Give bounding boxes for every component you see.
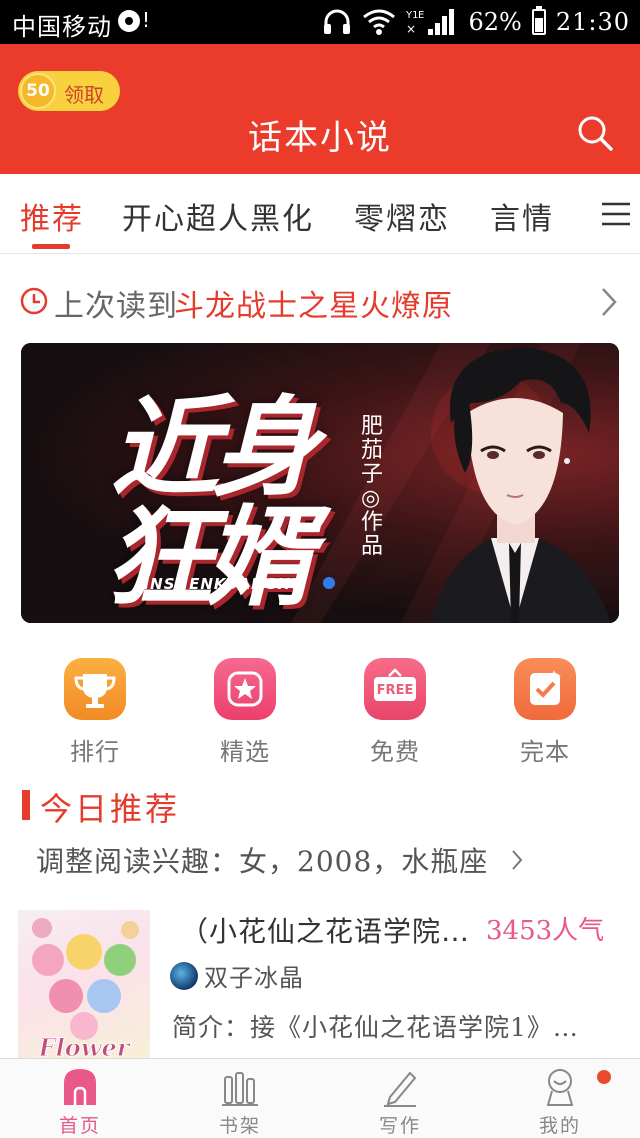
claim-coins-button[interactable]: 50 领取 [18,71,120,111]
nav-home[interactable]: 首页 [10,1059,150,1138]
banner-pinyin: JINSHENKUANGXU [137,575,304,593]
pen-icon [384,1071,417,1107]
profile-icon [546,1069,574,1106]
check-icon [514,658,576,720]
claim-label: 领取 [64,83,104,107]
section-title: 今日推荐 [40,790,181,828]
clock-time: 21:30 [555,8,630,36]
alert-indicator: ! [142,8,151,32]
svg-text:×: × [406,22,416,36]
ranking-shortcut[interactable]: 排行 [34,648,154,768]
free-tag-icon: FREE [364,658,426,720]
book-cover: Flower [18,910,150,1060]
banner-author-credit: 肥茄子◎作品 [361,414,384,559]
status-icons: Y1 E × 62% 21:30 [322,4,630,40]
tab-happy-superman[interactable]: 开心超人黑化 [122,194,314,238]
app-title: 话本小说 [248,118,392,158]
nav-write[interactable]: 写作 [330,1059,470,1138]
tab-romance[interactable]: 言情 [490,194,554,238]
media-icon [118,10,140,32]
promo-banner[interactable]: 近身 狂婿 肥茄子◎作品 JINSHENKUANGXU [21,343,619,623]
battery-icon [531,6,546,35]
nav-home-label: 首页 [58,1115,101,1137]
featured-shortcut[interactable]: 精选 [184,648,304,768]
banner-character-illustration [431,347,611,623]
svg-text:Y1: Y1 [406,10,418,21]
completed-label: 完本 [520,738,570,766]
nav-profile[interactable]: 我的 [490,1059,630,1138]
ranking-label: 排行 [70,738,120,766]
status-bar: 中国移动 ! Y1 E × 62% 21:30 [0,0,640,44]
last-read-label: 上次读到 [54,289,178,324]
carousel-indicator[interactable] [323,577,335,589]
coin-icon: 50 [20,73,56,109]
carrier-name: 中国移动 [12,13,112,41]
trophy-icon [64,658,126,720]
bookshelf-icon [222,1072,258,1106]
headphones-icon [324,9,351,34]
wifi-icon [363,9,396,35]
book-cover-text: Flower [38,1033,132,1060]
cellular-signal-icon: Y1 E × [406,9,455,36]
featured-label: 精选 [220,738,270,766]
last-read-row[interactable]: 上次读到 斗龙战士之星火燎原 [0,255,640,343]
tab-ling-yi-lian[interactable]: 零熠恋 [354,194,450,238]
nav-write-label: 写作 [378,1115,421,1137]
free-shortcut[interactable]: FREE 免费 [334,648,454,768]
category-tabs: 推荐 开心超人黑化 零熠恋 言情 [0,174,640,254]
book-popularity: 3453人气 [486,916,605,946]
clock-icon [20,287,48,315]
svg-text:FREE: FREE [377,683,414,698]
chevron-right-icon [512,850,523,870]
nav-bookshelf[interactable]: 书架 [170,1059,310,1138]
menu-icon[interactable] [598,200,630,228]
home-icon [64,1069,96,1105]
book-title: （小花仙之花语学院… [180,915,471,948]
author-avatar [170,962,198,990]
chevron-right-icon [602,288,617,316]
banner-title-line2: 狂婿 [105,496,313,621]
book-list-item[interactable]: Flower （小花仙之花语学院… 3453人气 双子冰晶 简介：接《小花仙之花… [0,900,640,1060]
bottom-navigation: 首页 书架 写作 我的 [0,1058,640,1138]
last-read-book-title: 斗龙战士之星火燎原 [174,289,453,324]
tab-recommend[interactable]: 推荐 [20,194,84,238]
section-marker [22,790,30,820]
star-icon [214,658,276,720]
nav-bookshelf-label: 书架 [218,1115,261,1137]
active-tab-indicator [32,244,70,249]
battery-percent: 62% [468,8,522,36]
search-icon[interactable] [576,114,614,152]
book-cover-art: Flower [32,918,139,1060]
svg-text:E: E [418,10,424,21]
book-author: 双子冰晶 [204,964,304,992]
adjust-interests-link[interactable]: 调整阅读兴趣：女，2008，水瓶座 [36,840,488,880]
book-description: 简介：接《小花仙之花语学院1》… [172,1013,579,1042]
nav-profile-label: 我的 [538,1115,581,1137]
free-label: 免费 [370,738,420,766]
notification-badge [597,1070,611,1084]
category-shortcuts: 排行 精选 FREE 免费 完本 [0,648,640,768]
completed-shortcut[interactable]: 完本 [484,648,604,768]
